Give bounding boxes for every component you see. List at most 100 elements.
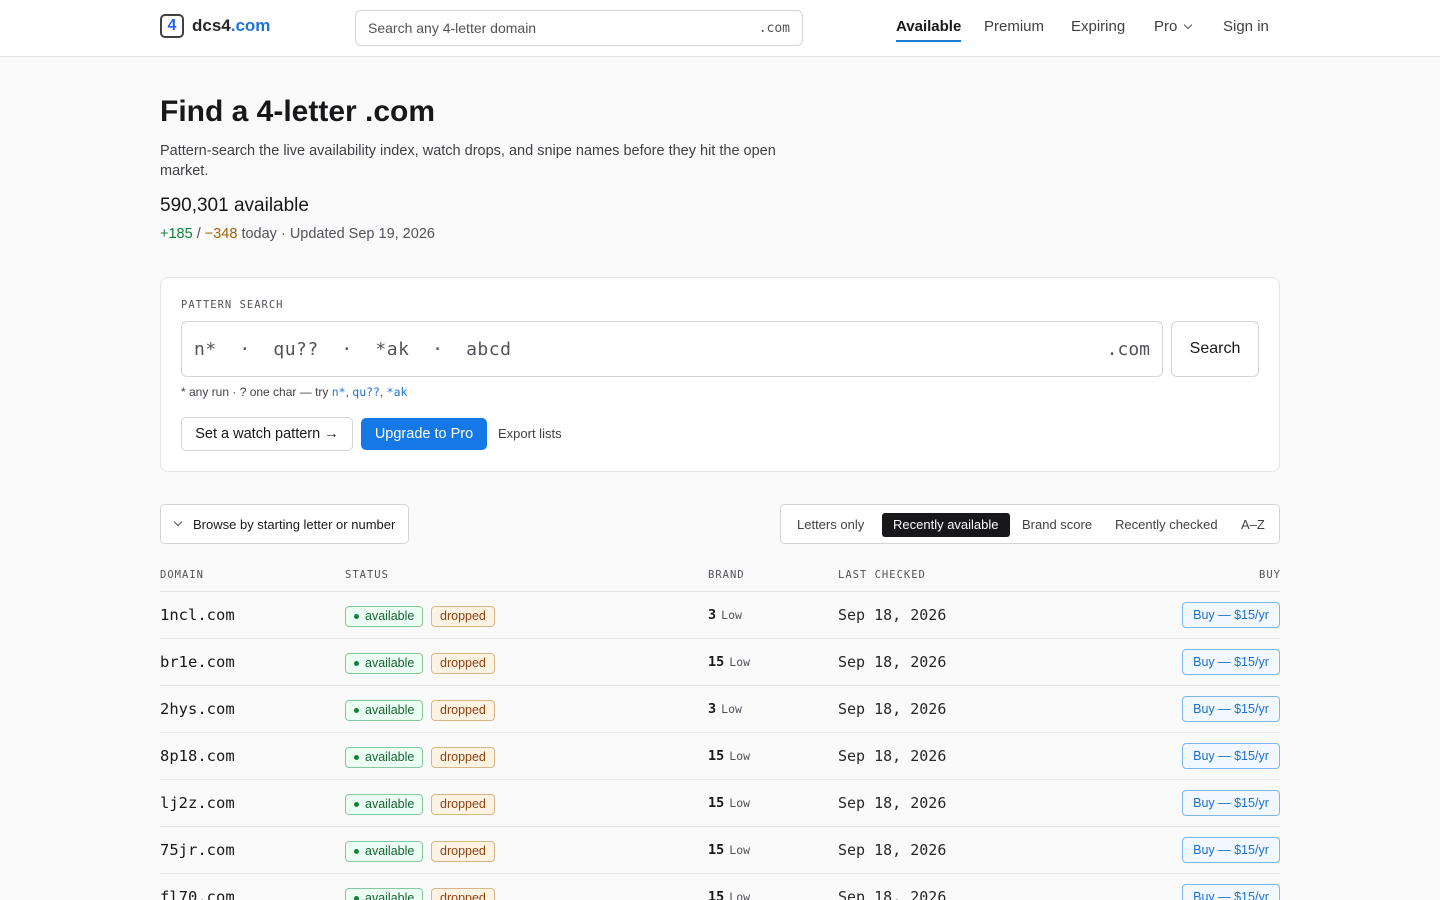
pattern-search-card: PATTERN SEARCH n* · qu?? · *ak · abcd .c… [160,277,1280,472]
brand-score-value: 15 [708,654,725,670]
daily-change: +185 / −348 today · Updated Sep 19, 2026 [160,226,435,242]
last-checked-date: Sep 18, 2026 [838,700,947,718]
brand-score-level: Low [729,655,751,669]
column-header-brand: BRAND [708,569,745,581]
nav-pro-label: Pro [1154,18,1178,35]
status-dropped-badge: dropped [431,888,495,900]
nav-pro-dropdown[interactable]: Pro [1154,18,1193,35]
table-row[interactable]: 8p18.com available dropped 15 Low Sep 18,… [160,733,1280,780]
pattern-search-input[interactable]: n* · qu?? · *ak · abcd .com [181,321,1163,377]
brand-score: 3 Low [708,701,742,717]
brand-score-value: 3 [708,701,717,717]
brand-score: 15 Low [708,842,750,858]
column-header-domain: DOMAIN [160,569,204,581]
domain-name[interactable]: 2hys.com [160,700,235,718]
brand-score-level: Low [729,843,751,857]
domain-name[interactable]: 75jr.com [160,841,235,859]
pattern-tld: .com [1106,338,1150,360]
status-dropped-badge: dropped [431,747,495,768]
example-pattern[interactable]: n* [332,385,346,399]
table-row[interactable]: 2hys.com available dropped 3 Low Sep 18, … [160,686,1280,733]
column-header-buy: BUY [1259,569,1281,581]
status-available-badge: available [345,747,424,768]
brand-score-value: 15 [708,748,725,764]
upgrade-to-pro-button[interactable]: Upgrade to Pro [361,418,487,450]
logo-tld: .com [230,16,271,35]
table-row[interactable]: br1e.com available dropped 15 Low Sep 18,… [160,639,1280,686]
example-pattern[interactable]: qu?? [352,385,380,399]
brand-score: 15 Low [708,748,750,764]
column-header-status: STATUS [345,569,389,581]
nav-premium[interactable]: Premium [984,18,1044,35]
status-dropped-badge: dropped [431,841,495,862]
nav-available[interactable]: Available [896,18,962,42]
domain-name[interactable]: br1e.com [160,653,235,671]
buy-button[interactable]: Buy — $15/yr [1182,602,1280,628]
brand-score-value: 3 [708,607,717,623]
buy-button[interactable]: Buy — $15/yr [1182,743,1280,769]
last-checked-date: Sep 18, 2026 [838,653,947,671]
buy-button[interactable]: Buy — $15/yr [1182,696,1280,722]
nav-expiring[interactable]: Expiring [1071,18,1125,35]
buy-button[interactable]: Buy — $15/yr [1182,884,1280,900]
domain-name[interactable]: 1ncl.com [160,606,235,624]
brand-score: 15 Low [708,654,750,670]
last-checked-date: Sep 18, 2026 [838,606,947,624]
page-title: Find a 4-letter .com [160,95,436,128]
table-row[interactable]: fl70.com available dropped 15 Low Sep 18,… [160,874,1280,900]
browse-by-letter-toggle[interactable]: Browse by starting letter or number [160,504,409,544]
pattern-hint: * any run · ? one char — try n*, qu??, *… [181,385,408,399]
hint-text: * any run · ? one char — try [181,385,332,399]
brand-score: 15 Low [708,889,750,900]
domain-search-input[interactable]: Search any 4-letter domain .com [355,10,803,46]
removed-count: −348 [204,226,238,242]
table-row[interactable]: 75jr.com available dropped 15 Low Sep 18,… [160,827,1280,874]
brand-score-value: 15 [708,889,725,900]
pattern-search-button[interactable]: Search [1171,321,1259,377]
brand-score-level: Low [729,890,751,900]
sort-a-z[interactable]: A–Z [1230,513,1276,537]
delta-separator: / [192,226,205,242]
logo-wordmark: dcs4.com [192,16,270,36]
sort-recently-available[interactable]: Recently available [882,513,1010,537]
brand-score-value: 15 [708,842,725,858]
domain-name[interactable]: lj2z.com [160,794,235,812]
set-watch-pattern-button[interactable]: Set a watch pattern → [181,417,353,451]
buy-button[interactable]: Buy — $15/yr [1182,790,1280,816]
brand-score-level: Low [721,702,742,716]
logo-mark-icon: 4 [160,14,184,38]
available-count: 590,301 available [160,195,309,216]
buy-button[interactable]: Buy — $15/yr [1182,649,1280,675]
buy-button[interactable]: Buy — $15/yr [1182,837,1280,863]
sort-letters-only[interactable]: Letters only [786,513,875,537]
sort-brand-score[interactable]: Brand score [1011,513,1103,537]
last-checked-date: Sep 18, 2026 [838,888,947,900]
nav-sign-in[interactable]: Sign in [1223,18,1269,35]
chevron-down-icon [1184,20,1193,30]
chevron-down-icon [173,517,183,527]
pattern-search-label: PATTERN SEARCH [181,299,284,311]
status-available-badge: available [345,606,424,627]
domain-name[interactable]: 8p18.com [160,747,235,765]
logo-mark-glyph: 4 [167,17,177,34]
domain-name[interactable]: fl70.com [160,888,235,900]
status-available-badge: available [345,700,424,721]
export-lists-link[interactable]: Export lists [498,426,562,441]
sort-recently-checked[interactable]: Recently checked [1104,513,1229,537]
brand-score: 15 Low [708,795,750,811]
table-row[interactable]: lj2z.com available dropped 15 Low Sep 18,… [160,780,1280,827]
status-dropped-badge: dropped [431,700,495,721]
logo[interactable]: 4 dcs4.com [160,13,270,39]
example-pattern[interactable]: *ak [387,385,408,399]
status-available-badge: available [345,888,424,900]
brand-score-level: Low [729,796,751,810]
status-dropped-badge: dropped [431,794,495,815]
brand-score-level: Low [729,749,751,763]
status-available-badge: available [345,841,424,862]
last-checked-date: Sep 18, 2026 [838,794,947,812]
table-row[interactable]: 1ncl.com available dropped 3 Low Sep 18, … [160,592,1280,639]
page-subtitle: Pattern-search the live availability ind… [160,143,776,179]
status-dropped-badge: dropped [431,606,495,627]
domain-search-placeholder: Search any 4-letter domain [368,20,537,36]
last-checked-date: Sep 18, 2026 [838,841,947,859]
